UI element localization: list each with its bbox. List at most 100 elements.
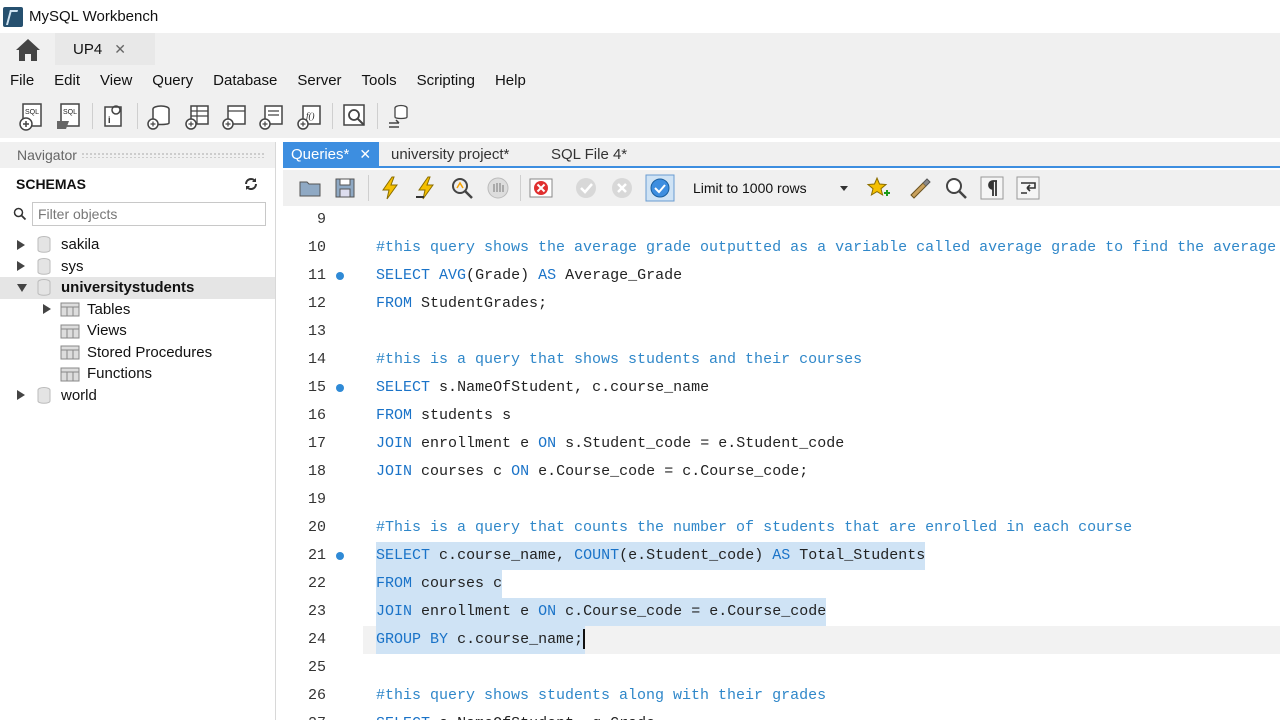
rollback-icon[interactable] [609, 175, 635, 201]
schema-item-sakila[interactable]: sakila [0, 234, 275, 256]
folder-view-icon [60, 324, 80, 339]
code-line[interactable]: 20 #This is a query that counts the numbe… [283, 514, 1280, 542]
word-wrap-icon[interactable] [1015, 175, 1041, 201]
connection-tab-up4[interactable]: UP4 ✕ [55, 33, 155, 65]
menu-query[interactable]: Query [142, 72, 203, 89]
save-icon[interactable] [332, 175, 358, 201]
tree-label: Views [87, 322, 127, 340]
code-line[interactable]: 13 [283, 318, 1280, 346]
code-line[interactable]: 12 FROM StudentGrades; [283, 290, 1280, 318]
code-line[interactable]: 21 SELECT c.course_name, COUNT(e.Student_… [283, 542, 1280, 570]
create-procedure-icon[interactable] [257, 101, 287, 131]
schema-label: sys [61, 257, 84, 275]
tab-university-project[interactable]: university project* [391, 142, 509, 166]
svg-text:SQL: SQL [25, 109, 39, 116]
sql-editor[interactable]: 9 10 #this query shows the average grade o… [283, 206, 1280, 720]
toggle-continue-on-error-icon[interactable] [528, 175, 554, 201]
expand-arrow-icon[interactable] [43, 304, 51, 315]
create-table-icon[interactable] [183, 101, 213, 131]
explain-icon[interactable] [449, 175, 475, 201]
code-line[interactable]: 26 #this query shows students along with … [283, 682, 1280, 710]
menu-file[interactable]: File [0, 72, 44, 89]
reconnect-icon[interactable] [385, 101, 415, 131]
collapse-arrow-icon[interactable] [17, 283, 27, 292]
schemas-title: SCHEMAS [16, 176, 87, 192]
line-number: 21 [307, 547, 326, 564]
code-line[interactable]: 18 JOIN courses c ON e.Course_code = c.Co… [283, 458, 1280, 486]
schemas-header: SCHEMAS [0, 168, 275, 200]
code-line[interactable]: 9 [283, 206, 1280, 234]
new-sql-tab-icon[interactable]: SQL [17, 101, 47, 131]
menu-bar: File Edit View Query Database Server Too… [0, 65, 1280, 95]
expand-arrow-icon[interactable] [17, 239, 25, 250]
filter-objects-input[interactable] [32, 202, 266, 226]
refresh-icon[interactable] [243, 176, 259, 192]
code-line[interactable]: 14 #this is a query that shows students a… [283, 346, 1280, 374]
tree-item-views[interactable]: Views [0, 320, 275, 342]
code-line[interactable]: 17 JOIN enrollment e ON s.Student_code = … [283, 430, 1280, 458]
database-icon [37, 386, 51, 404]
database-icon [37, 236, 51, 253]
open-sql-script-icon[interactable]: SQL [55, 101, 85, 131]
invisible-characters-icon[interactable] [979, 175, 1005, 201]
inspector-icon[interactable]: i [100, 101, 130, 131]
menu-database[interactable]: Database [203, 72, 287, 89]
schema-item-universitystudents[interactable]: universitystudents [0, 277, 275, 299]
line-number: 16 [307, 407, 326, 424]
tree-item-functions[interactable]: Functions [0, 363, 275, 385]
create-schema-icon[interactable] [145, 101, 175, 131]
line-number: 17 [307, 435, 326, 452]
auto-commit-toggle-icon[interactable] [645, 174, 675, 202]
search-table-data-icon[interactable] [340, 101, 370, 131]
code-text: FROM students s [376, 407, 512, 424]
code-line[interactable]: 22 FROM courses c [283, 570, 1280, 598]
find-icon[interactable] [943, 175, 969, 201]
code-line[interactable]: 10 #this query shows the average grade ou… [283, 234, 1280, 262]
create-function-icon[interactable]: f() [295, 101, 325, 131]
expand-arrow-icon[interactable] [17, 261, 25, 272]
commit-icon[interactable] [573, 175, 599, 201]
code-line[interactable]: 11 SELECT AVG(Grade) AS Average_Grade [283, 262, 1280, 290]
code-line[interactable]: 19 [283, 486, 1280, 514]
expand-arrow-icon[interactable] [17, 390, 25, 401]
limit-rows-select[interactable]: Limit to 1000 rows [685, 176, 852, 200]
code-line[interactable]: 24 GROUP BY c.course_name; [283, 626, 1280, 654]
code-line[interactable]: 27 SELECT s.NameOfStudent, g.Grade [283, 710, 1280, 720]
code-line[interactable]: 23 JOIN enrollment e ON c.Course_code = e… [283, 598, 1280, 626]
execute-current-statement-icon[interactable] [413, 175, 439, 201]
close-icon[interactable]: ✕ [359, 146, 371, 163]
beautify-icon[interactable] [907, 175, 933, 201]
menu-edit[interactable]: Edit [44, 72, 90, 89]
filter-row [0, 200, 275, 230]
tree-label: Functions [87, 365, 153, 383]
home-icon[interactable] [12, 36, 44, 64]
execute-icon[interactable] [377, 175, 403, 201]
menu-server[interactable]: Server [287, 72, 351, 89]
create-view-icon[interactable] [220, 101, 250, 131]
title-bar: MySQL Workbench [0, 0, 1280, 33]
stop-icon[interactable] [485, 175, 511, 201]
line-number: 9 [316, 211, 326, 228]
menu-scripting[interactable]: Scripting [407, 72, 485, 89]
text-cursor [583, 629, 586, 650]
tab-queries[interactable]: Queries* ✕ [283, 142, 380, 166]
code-line[interactable]: 16 FROM students s [283, 402, 1280, 430]
open-file-icon[interactable] [297, 175, 323, 201]
chevron-down-icon[interactable] [840, 186, 848, 191]
menu-view[interactable]: View [90, 72, 142, 89]
code-line[interactable]: 25 [283, 654, 1280, 682]
menu-tools[interactable]: Tools [352, 72, 407, 89]
code-line[interactable]: 15 SELECT s.NameOfStudent, c.course_name [283, 374, 1280, 402]
tree-item-tables[interactable]: Tables [0, 299, 275, 321]
schema-item-world[interactable]: world [0, 385, 275, 407]
schema-label: world [61, 386, 97, 404]
navigator-header: Navigator [0, 142, 275, 168]
schema-item-sys[interactable]: sys [0, 256, 275, 278]
tab-sql-file-4[interactable]: SQL File 4* [551, 142, 627, 166]
close-icon[interactable]: ✕ [114, 41, 126, 58]
line-number: 13 [307, 323, 326, 340]
tree-item-stored-procedures[interactable]: Stored Procedures [0, 342, 275, 364]
menu-help[interactable]: Help [485, 72, 536, 89]
add-snippet-icon[interactable] [865, 175, 891, 201]
database-icon [37, 257, 51, 275]
